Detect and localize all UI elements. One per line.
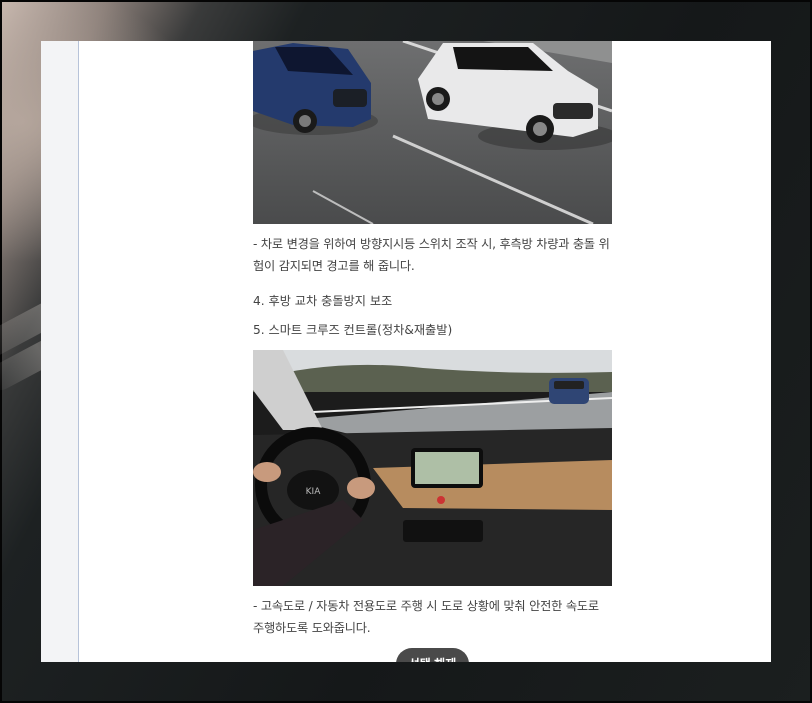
section-heading-rear-cross-traffic: 4. 후방 교차 충돌방지 보조 — [253, 294, 393, 308]
smart-cruise-control-image: KIA — [253, 350, 612, 586]
release-selection-button[interactable]: 선택 해제 — [396, 648, 469, 662]
suv-road-illustration — [253, 41, 612, 224]
blind-spot-warning-image — [253, 41, 612, 224]
viewer-gutter — [41, 41, 79, 662]
article-content: - 차로 변경을 위하여 방향지시등 스위치 조작 시, 후측방 차량과 충돌 … — [253, 41, 612, 639]
leading-car — [549, 378, 589, 404]
smart-cruise-caption: - 고속도로 / 자동차 전용도로 주행 시 도로 상황에 맞춰 안전한 속도로… — [253, 599, 599, 635]
cockpit-illustration: KIA — [253, 350, 612, 586]
steering-logo: KIA — [306, 487, 322, 497]
section-heading-smart-cruise: 5. 스마트 크루즈 컨트롤(정차&재출발) — [253, 323, 453, 337]
document-viewer[interactable]: - 차로 변경을 위하여 방향지시등 스위치 조작 시, 후측방 차량과 충돌 … — [41, 41, 771, 662]
blind-spot-caption: - 차로 변경을 위하여 방향지시등 스위치 조작 시, 후측방 차량과 충돌 … — [253, 237, 610, 273]
